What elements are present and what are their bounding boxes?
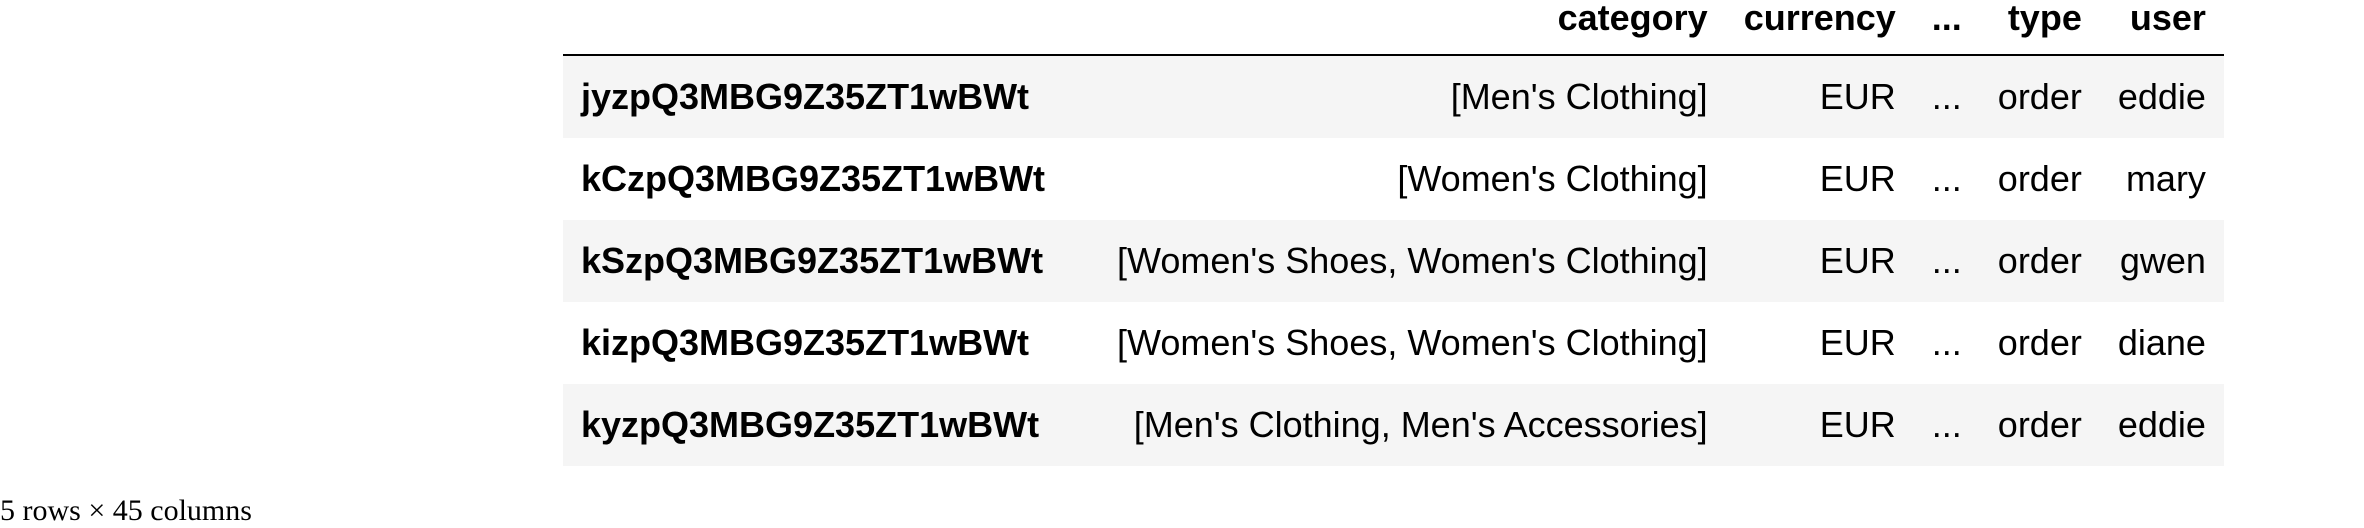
cell-currency: EUR	[1819, 404, 1896, 445]
table-row: jyzpQ3MBG9Z35ZT1wBWt [Men's Clothing] EU…	[563, 55, 2224, 138]
cell-category: [Women's Clothing]	[1397, 158, 1708, 199]
cell-ellipsis: ...	[1931, 404, 1962, 445]
cell-type: order	[1997, 158, 2082, 199]
row-index: kyzpQ3MBG9Z35ZT1wBWt	[581, 404, 1040, 445]
cell-user: diane	[2117, 322, 2206, 363]
cell-currency: EUR	[1819, 158, 1896, 199]
cell-category: [Men's Clothing, Men's Accessories]	[1133, 404, 1708, 445]
cell-user: mary	[2125, 158, 2206, 199]
cell-ellipsis: ...	[1931, 240, 1962, 281]
cell-category: [Women's Shoes, Women's Clothing]	[1117, 240, 1708, 281]
row-index: kSzpQ3MBG9Z35ZT1wBWt	[581, 240, 1044, 281]
row-index: kizpQ3MBG9Z35ZT1wBWt	[581, 322, 1030, 363]
table-row: kyzpQ3MBG9Z35ZT1wBWt [Men's Clothing, Me…	[563, 384, 2224, 466]
dataframe-table: category currency ... type user jyzpQ3MB…	[563, 0, 2224, 466]
cell-ellipsis: ...	[1931, 76, 1962, 117]
cell-type: order	[1997, 240, 2082, 281]
table-row: kCzpQ3MBG9Z35ZT1wBWt [Women's Clothing] …	[563, 138, 2224, 220]
header-row: category currency ... type user	[563, 0, 2224, 56]
dataframe-shape-note: 5 rows × 45 columns	[0, 494, 252, 527]
column-header-ellipsis: ...	[1913, 0, 1980, 56]
cell-currency: EUR	[1819, 322, 1896, 363]
cell-type: order	[1997, 322, 2082, 363]
column-header-type: type	[1979, 0, 2100, 56]
table-row: kizpQ3MBG9Z35ZT1wBWt [Women's Shoes, Wom…	[563, 302, 2224, 384]
cell-user: eddie	[2117, 76, 2206, 117]
cell-user: gwen	[2119, 240, 2206, 281]
dataframe-output: category currency ... type user jyzpQ3MB…	[563, 0, 2224, 466]
cell-user: eddie	[2117, 404, 2206, 445]
column-header-user: user	[2099, 0, 2224, 56]
column-header-category: category	[1099, 0, 1726, 56]
cell-category: [Women's Shoes, Women's Clothing]	[1117, 322, 1708, 363]
cell-ellipsis: ...	[1931, 322, 1962, 363]
cell-currency: EUR	[1819, 76, 1896, 117]
index-header	[563, 0, 1099, 56]
row-index: jyzpQ3MBG9Z35ZT1wBWt	[581, 76, 1030, 117]
column-header-currency: currency	[1725, 0, 1914, 56]
table-row: kSzpQ3MBG9Z35ZT1wBWt [Women's Shoes, Wom…	[563, 220, 2224, 302]
cell-type: order	[1997, 404, 2082, 445]
cell-type: order	[1997, 76, 2082, 117]
cell-category: [Men's Clothing]	[1450, 76, 1708, 117]
cell-currency: EUR	[1819, 240, 1896, 281]
cell-ellipsis: ...	[1931, 158, 1962, 199]
row-index: kCzpQ3MBG9Z35ZT1wBWt	[581, 158, 1046, 199]
